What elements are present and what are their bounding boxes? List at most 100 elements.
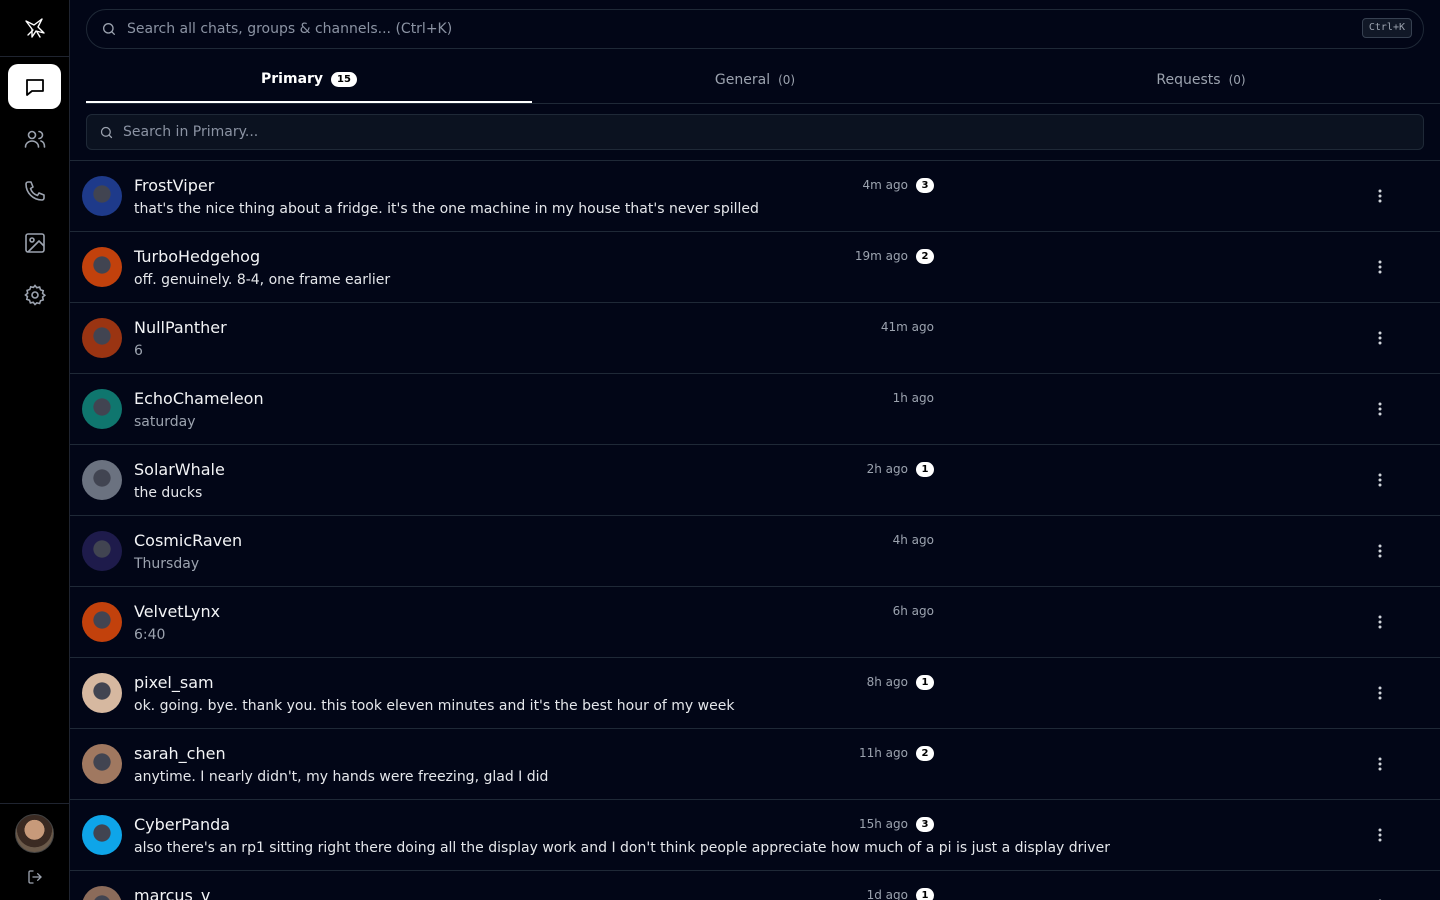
logout-button[interactable] [24, 866, 46, 888]
kebab-menu-icon [1378, 331, 1382, 345]
message-preview: that's the nice thing about a fridge. it… [134, 201, 759, 217]
users-icon [24, 130, 45, 148]
more-options-button[interactable] [1372, 754, 1388, 774]
conversation-row[interactable]: NullPanther 6 41m ago [70, 303, 1440, 374]
more-options-button[interactable] [1372, 399, 1388, 419]
tab-requests[interactable]: Requests (0) [978, 57, 1424, 103]
message-preview: off. genuinely. 8-4, one frame earlier [134, 272, 391, 288]
nav-calls-button[interactable] [8, 168, 61, 213]
conversation-row[interactable]: TurboHedgehog off. genuinely. 8-4, one fr… [70, 232, 1440, 303]
timestamp: 4h ago [892, 533, 934, 547]
message-preview: anytime. I nearly didn't, my hands were … [134, 769, 549, 785]
conversation-name: EchoChameleon [134, 389, 264, 408]
avatar [82, 602, 122, 642]
conversation-name: TurboHedgehog [134, 247, 261, 266]
conversation-row[interactable]: marcus_v 1d ago 1 [70, 871, 1440, 900]
unread-badge: 3 [916, 178, 934, 193]
more-options-button[interactable] [1372, 186, 1388, 206]
message-preview: also there's an rp1 sitting right there … [134, 840, 1110, 856]
global-search-input[interactable] [127, 18, 1327, 40]
image-icon [24, 232, 45, 253]
avatar [82, 318, 122, 358]
conversation-name: VelvetLynx [134, 602, 221, 621]
timestamp: 1d ago [866, 888, 908, 900]
more-options-button[interactable] [1372, 257, 1388, 277]
app-logo[interactable] [0, 0, 69, 57]
timestamp: 15h ago [858, 817, 908, 831]
message-preview: ok. going. bye. thank you. this took ele… [134, 698, 735, 714]
nav-media-button[interactable] [8, 220, 61, 265]
kebab-menu-icon [1378, 402, 1382, 416]
avatar [82, 460, 122, 500]
avatar [82, 744, 122, 784]
avatar [82, 389, 122, 429]
tab-general[interactable]: General (0) [532, 57, 978, 103]
timestamp: 6h ago [892, 604, 934, 618]
search-icon [103, 23, 115, 35]
unread-badge: 1 [916, 888, 934, 900]
current-user-avatar[interactable] [15, 814, 54, 853]
timestamp: 4m ago [862, 178, 908, 192]
unread-badge: 1 [916, 675, 934, 690]
app-root: Ctrl+K Primary 15 General (0) Requests (… [0, 0, 1440, 900]
conversation-name: sarah_chen [134, 744, 226, 763]
tab-requests-count: (0) [1228, 73, 1246, 87]
more-options-button[interactable] [1372, 541, 1388, 561]
more-options-button[interactable] [1372, 683, 1388, 703]
avatar [82, 673, 122, 713]
conversation-row[interactable]: EchoChameleon saturday 1h ago [70, 374, 1440, 445]
kebab-menu-icon [1378, 615, 1382, 629]
timestamp: 2h ago [866, 462, 908, 476]
conversation-name: SolarWhale [134, 460, 225, 479]
left-rail [0, 0, 70, 900]
kebab-menu-icon [1378, 544, 1382, 558]
tab-primary-count: 15 [331, 71, 357, 87]
unread-badge: 3 [916, 817, 934, 832]
message-preview: the ducks [134, 485, 203, 501]
kebab-menu-icon [1378, 757, 1382, 771]
avatar [82, 531, 122, 571]
more-options-button[interactable] [1372, 896, 1388, 900]
conversation-name: pixel_sam [134, 673, 214, 692]
kebab-menu-icon [1378, 828, 1382, 842]
conversation-name: CosmicRaven [134, 531, 243, 550]
primary-search [86, 114, 1424, 150]
unread-badge: 2 [916, 249, 934, 264]
avatar [82, 886, 122, 900]
conversation-list: FrostViper that's the nice thing about a … [70, 160, 1440, 900]
conversation-row[interactable]: CosmicRaven Thursday 4h ago [70, 516, 1440, 587]
tab-general-count: (0) [778, 73, 796, 87]
nav-chats-button[interactable] [8, 64, 61, 109]
conversation-row[interactable]: FrostViper that's the nice thing about a … [70, 161, 1440, 232]
nav-settings-button[interactable] [8, 272, 61, 317]
more-options-button[interactable] [1372, 825, 1388, 845]
conversation-row[interactable]: VelvetLynx 6:40 6h ago [70, 587, 1440, 658]
chat-bubble-icon [25, 78, 44, 96]
global-search: Ctrl+K [86, 9, 1424, 49]
conversation-name: NullPanther [134, 318, 227, 337]
kebab-menu-icon [1378, 189, 1382, 203]
kebab-menu-icon [1378, 473, 1382, 487]
tab-general-label: General [714, 72, 771, 88]
more-options-button[interactable] [1372, 470, 1388, 490]
phone-icon [24, 180, 45, 201]
kebab-menu-icon [1378, 260, 1382, 274]
conversation-row[interactable]: CyberPanda also there's an rp1 sitting ri… [70, 800, 1440, 871]
logo-icon [24, 18, 45, 38]
primary-search-input[interactable] [123, 122, 1323, 142]
timestamp: 11h ago [858, 746, 908, 760]
timestamp: 41m ago [880, 320, 934, 334]
tab-requests-label: Requests [1156, 72, 1221, 88]
conversation-row[interactable]: pixel_sam ok. going. bye. thank you. this… [70, 658, 1440, 729]
tab-primary[interactable]: Primary 15 [86, 57, 532, 103]
logout-icon [28, 870, 42, 884]
avatar [82, 247, 122, 287]
conversation-row[interactable]: sarah_chen anytime. I nearly didn't, my h… [70, 729, 1440, 800]
conversation-row[interactable]: SolarWhale the ducks 2h ago 1 [70, 445, 1440, 516]
more-options-button[interactable] [1372, 328, 1388, 348]
conversation-name: FrostViper [134, 176, 215, 195]
avatar [82, 815, 122, 855]
more-options-button[interactable] [1372, 612, 1388, 632]
conversation-name: CyberPanda [134, 815, 231, 834]
nav-contacts-button[interactable] [8, 116, 61, 161]
